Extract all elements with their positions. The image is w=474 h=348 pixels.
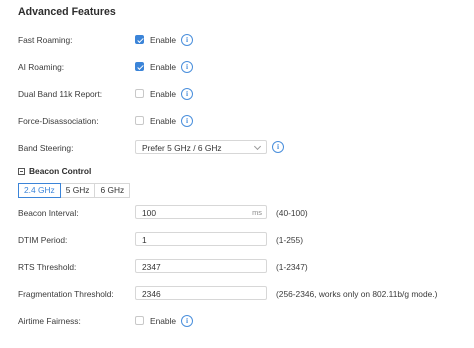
force-disassociation-label: Force-Disassociation:: [18, 116, 99, 126]
fragmentation-threshold-label: Fragmentation Threshold:: [18, 289, 114, 299]
fast-roaming-checkbox[interactable]: [135, 35, 144, 44]
force-disassociation-checkbox[interactable]: [135, 116, 144, 125]
rts-threshold-range: (1-2347): [276, 262, 308, 272]
info-icon[interactable]: i: [272, 141, 284, 153]
beacon-interval-value: 100: [142, 208, 156, 218]
ai-roaming-enable-label: Enable: [150, 62, 177, 72]
info-icon[interactable]: i: [181, 115, 193, 127]
airtime-fairness-label: Airtime Fairness:: [18, 316, 81, 326]
info-icon[interactable]: i: [181, 88, 193, 100]
dual-band-report-enable-label: Enable: [150, 89, 177, 99]
force-disassociation-enable-label: Enable: [150, 116, 177, 126]
fast-roaming-enable-label: Enable: [150, 35, 177, 45]
ai-roaming-checkbox[interactable]: [135, 62, 144, 71]
band-steering-select[interactable]: Prefer 5 GHz / 6 GHz: [135, 140, 267, 154]
dtim-period-value: 1: [142, 235, 147, 245]
ai-roaming-label: AI Roaming:: [18, 62, 65, 72]
dtim-period-range: (1-255): [276, 235, 303, 245]
rts-threshold-value: 2347: [142, 262, 161, 272]
band-steering-value: Prefer 5 GHz / 6 GHz: [142, 143, 222, 153]
fast-roaming-label: Fast Roaming:: [18, 35, 73, 45]
fragmentation-threshold-value: 2346: [142, 289, 161, 299]
beacon-interval-label: Beacon Interval:: [18, 208, 79, 218]
airtime-fairness-checkbox[interactable]: [135, 316, 144, 325]
fragmentation-threshold-input[interactable]: 2346: [135, 286, 267, 300]
info-icon[interactable]: i: [181, 61, 193, 73]
dtim-period-input[interactable]: 1: [135, 232, 267, 246]
dual-band-report-checkbox[interactable]: [135, 89, 144, 98]
chevron-down-icon: [253, 142, 262, 150]
fragmentation-threshold-range: (256-2346, works only on 802.11b/g mode.…: [276, 289, 438, 299]
rts-threshold-label: RTS Threshold:: [18, 262, 77, 272]
collapse-minus-icon[interactable]: [18, 168, 25, 175]
band-tabs: 2.4 GHz 5 GHz 6 GHz: [18, 183, 131, 198]
tab-5ghz[interactable]: 5 GHz: [59, 183, 96, 198]
airtime-fairness-enable-label: Enable: [150, 316, 177, 326]
beacon-interval-unit: ms: [252, 208, 262, 217]
band-steering-label: Band Steering:: [18, 143, 74, 153]
beacon-interval-range: (40-100): [276, 208, 308, 218]
dtim-period-label: DTIM Period:: [18, 235, 68, 245]
tab-6ghz[interactable]: 6 GHz: [94, 183, 131, 198]
dual-band-report-label: Dual Band 11k Report:: [18, 89, 103, 99]
rts-threshold-input[interactable]: 2347: [135, 259, 267, 273]
beacon-interval-input[interactable]: 100 ms: [135, 205, 267, 219]
info-icon[interactable]: i: [181, 315, 193, 327]
tab-2-4ghz[interactable]: 2.4 GHz: [18, 183, 61, 198]
page-title: Advanced Features: [18, 6, 116, 18]
info-icon[interactable]: i: [181, 34, 193, 46]
beacon-control-heading: Beacon Control: [29, 166, 92, 176]
